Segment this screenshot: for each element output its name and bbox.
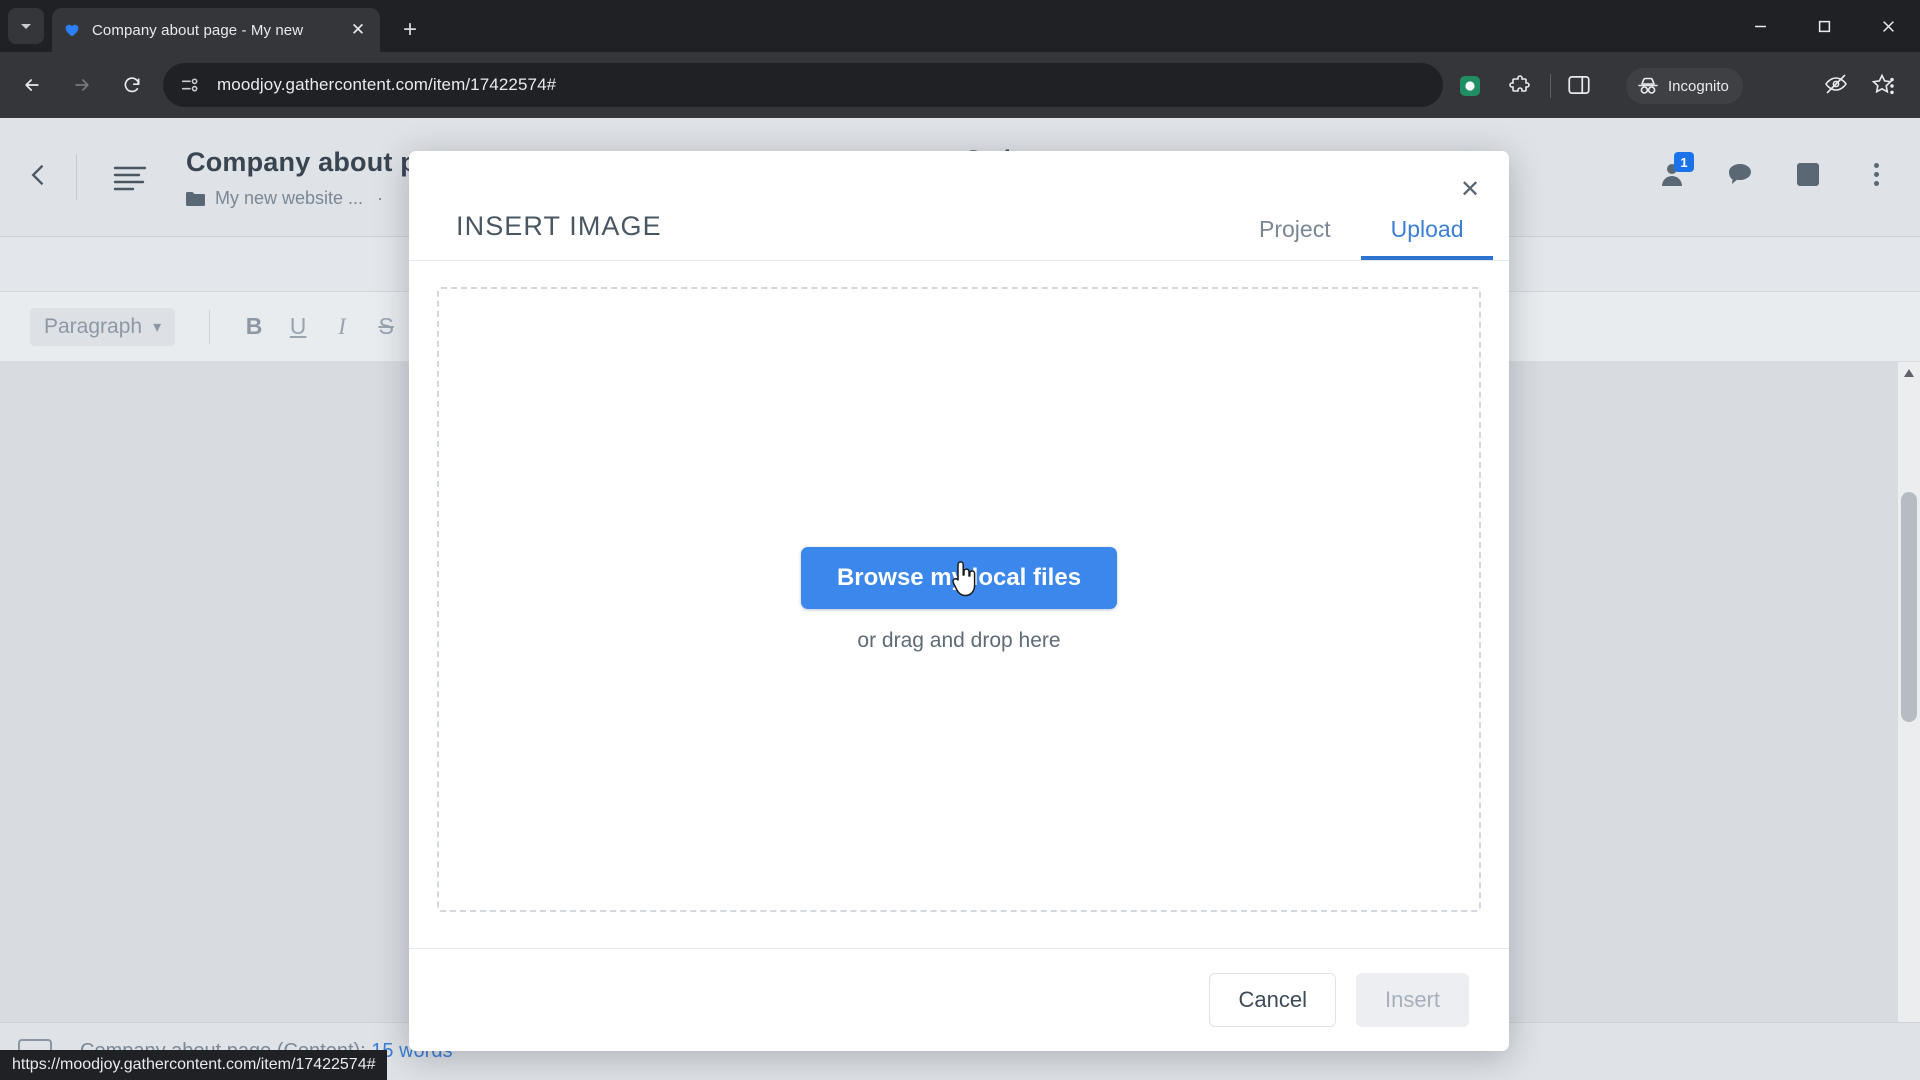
browser-tab[interactable]: Company about page - My new ✕ — [52, 8, 380, 52]
tab-search-button[interactable] — [8, 8, 44, 44]
tab-upload[interactable]: Upload — [1360, 216, 1494, 260]
incognito-label: Incognito — [1668, 77, 1729, 95]
side-panel-icon[interactable] — [1566, 72, 1594, 100]
back-button[interactable] — [12, 65, 52, 105]
dialog-tabs: Project Upload — [1229, 216, 1494, 260]
dialog-header: INSERT IMAGE Project Upload ✕ — [409, 151, 1509, 261]
close-icon — [1882, 20, 1894, 32]
address-bar[interactable]: moodjoy.gathercontent.com/item/17422574# — [163, 63, 1443, 107]
extension-icon-2[interactable] — [1506, 72, 1534, 100]
puzzle-green-icon — [1460, 76, 1480, 96]
maximize-icon — [1818, 20, 1830, 32]
arrow-right-icon — [75, 79, 89, 91]
plus-icon: + — [402, 16, 417, 43]
cancel-button[interactable]: Cancel — [1209, 973, 1336, 1027]
incognito-icon — [1638, 77, 1658, 94]
url-text: moodjoy.gathercontent.com/item/17422574# — [217, 75, 557, 94]
kebab-menu-icon — [1890, 77, 1894, 95]
maximize-button[interactable] — [1792, 0, 1856, 52]
minimize-button[interactable] — [1728, 0, 1792, 52]
chevron-down-icon — [21, 24, 31, 29]
reload-icon — [124, 77, 140, 93]
close-window-button[interactable] — [1856, 0, 1920, 52]
window-controls — [1728, 0, 1920, 52]
chrome-menu-button[interactable] — [1878, 72, 1906, 100]
dialog-footer: Cancel Insert — [409, 948, 1509, 1051]
tab-title: Company about page - My new — [92, 21, 304, 39]
page-info-icon[interactable] — [177, 72, 203, 98]
forward-button[interactable] — [62, 65, 102, 105]
extensions-icon — [1509, 75, 1530, 92]
tab-strip: Company about page - My new ✕ + — [0, 0, 1920, 52]
browser-chrome: Company about page - My new ✕ + moodjoy.… — [0, 0, 1920, 118]
insert-image-dialog: INSERT IMAGE Project Upload ✕ Browse my … — [409, 151, 1509, 1051]
insert-button: Insert — [1355, 973, 1469, 1027]
dialog-body: Browse my local files or drag and drop h… — [409, 261, 1509, 948]
pointing-hand-cursor — [948, 558, 978, 598]
browser-toolbar: moodjoy.gathercontent.com/item/17422574# — [0, 52, 1920, 118]
eye-slash-icon[interactable] — [1824, 72, 1850, 98]
modal-overlay: INSERT IMAGE Project Upload ✕ Browse my … — [0, 118, 1920, 1080]
new-tab-button[interactable]: + — [392, 12, 428, 48]
drag-drop-hint: or drag and drop here — [857, 628, 1061, 652]
link-preview-status: https://moodjoy.gathercontent.com/item/1… — [0, 1050, 388, 1080]
reload-button[interactable] — [112, 65, 152, 105]
arrow-left-icon — [25, 79, 39, 91]
close-icon[interactable]: ✕ — [1453, 173, 1487, 207]
dialog-title: INSERT IMAGE — [456, 211, 662, 241]
toolbar-divider — [1550, 74, 1551, 98]
minimize-icon — [1754, 25, 1766, 27]
tab-project[interactable]: Project — [1229, 216, 1361, 260]
extension-icon-1[interactable] — [1456, 72, 1484, 100]
gathercontent-heart-icon — [62, 20, 82, 40]
close-icon[interactable]: ✕ — [346, 18, 370, 42]
file-dropzone[interactable]: Browse my local files or drag and drop h… — [437, 287, 1481, 912]
incognito-indicator[interactable]: Incognito — [1626, 68, 1743, 104]
